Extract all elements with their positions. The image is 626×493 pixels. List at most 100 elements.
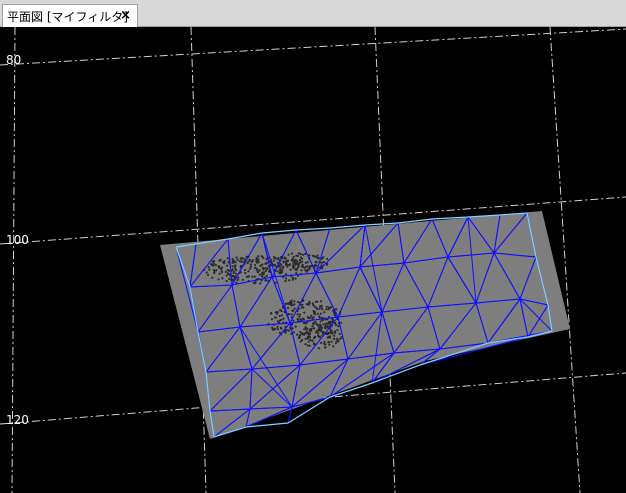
point bbox=[258, 273, 261, 276]
point bbox=[296, 313, 299, 316]
point bbox=[318, 335, 321, 338]
point bbox=[320, 341, 323, 345]
y-axis-label-120: 120 bbox=[6, 413, 29, 427]
point bbox=[225, 274, 228, 277]
point bbox=[312, 323, 315, 326]
point bbox=[326, 322, 329, 325]
point bbox=[208, 268, 211, 271]
point bbox=[234, 261, 237, 264]
point bbox=[321, 308, 324, 311]
point bbox=[309, 338, 312, 341]
point bbox=[287, 313, 290, 316]
point bbox=[311, 316, 314, 319]
point bbox=[236, 258, 239, 261]
point bbox=[282, 261, 285, 264]
point bbox=[325, 305, 328, 308]
point bbox=[251, 275, 254, 278]
point bbox=[285, 277, 288, 280]
point bbox=[318, 305, 322, 308]
point bbox=[316, 254, 319, 257]
point bbox=[290, 301, 293, 304]
point bbox=[254, 263, 257, 267]
point bbox=[273, 257, 276, 260]
point bbox=[213, 270, 216, 274]
point bbox=[220, 267, 223, 271]
point bbox=[298, 336, 301, 340]
point bbox=[237, 276, 240, 279]
point bbox=[264, 279, 267, 282]
point bbox=[239, 257, 243, 260]
point bbox=[328, 307, 332, 310]
point bbox=[235, 256, 238, 259]
point bbox=[311, 339, 314, 342]
point bbox=[220, 270, 223, 273]
point bbox=[244, 272, 247, 275]
point bbox=[309, 332, 312, 335]
point bbox=[231, 261, 234, 264]
close-icon[interactable]: × bbox=[120, 7, 131, 24]
point bbox=[247, 270, 250, 273]
grid-line-horizontal bbox=[0, 28, 626, 66]
point bbox=[257, 261, 260, 264]
tab-plan-view[interactable]: 平面図 [マイフィルタ] × bbox=[2, 4, 138, 27]
point bbox=[322, 260, 326, 264]
point bbox=[314, 306, 317, 309]
plan-view-canvas[interactable]: 80 100 120 bbox=[0, 27, 626, 493]
point bbox=[248, 259, 251, 262]
point bbox=[318, 315, 321, 318]
point bbox=[280, 318, 283, 321]
point bbox=[211, 276, 214, 279]
point bbox=[215, 269, 218, 272]
y-axis-label-80: 80 bbox=[6, 53, 22, 67]
point bbox=[284, 257, 287, 260]
point bbox=[241, 278, 244, 281]
point bbox=[232, 270, 235, 273]
point bbox=[317, 256, 320, 259]
point bbox=[224, 270, 227, 273]
point bbox=[259, 282, 262, 285]
point bbox=[303, 311, 306, 314]
point bbox=[303, 328, 306, 331]
point bbox=[227, 261, 230, 264]
point bbox=[301, 338, 304, 342]
point bbox=[294, 325, 297, 328]
point bbox=[319, 300, 323, 303]
point bbox=[292, 319, 295, 322]
point bbox=[274, 311, 277, 314]
point bbox=[292, 331, 295, 334]
point bbox=[205, 271, 208, 274]
point bbox=[286, 265, 289, 268]
point bbox=[328, 343, 331, 346]
point bbox=[304, 269, 307, 272]
point bbox=[292, 266, 295, 269]
point bbox=[308, 316, 311, 319]
point bbox=[301, 317, 305, 320]
point bbox=[322, 323, 325, 326]
point bbox=[253, 275, 256, 278]
point bbox=[280, 264, 283, 267]
point bbox=[287, 302, 290, 305]
point bbox=[293, 307, 296, 310]
point bbox=[327, 341, 330, 344]
point bbox=[333, 334, 336, 337]
point bbox=[231, 265, 234, 268]
point bbox=[337, 325, 340, 328]
plan-view-svg bbox=[0, 27, 626, 493]
point bbox=[261, 271, 264, 274]
point bbox=[307, 303, 310, 306]
point bbox=[314, 255, 317, 258]
point bbox=[317, 332, 320, 335]
point bbox=[334, 342, 337, 345]
point bbox=[290, 313, 293, 316]
point bbox=[313, 336, 316, 339]
point bbox=[232, 278, 235, 281]
point bbox=[314, 313, 317, 316]
point bbox=[331, 332, 334, 335]
point bbox=[282, 317, 285, 320]
point bbox=[299, 318, 302, 321]
point bbox=[244, 268, 247, 272]
tab-bar: 平面図 [マイフィルタ] × bbox=[0, 0, 626, 27]
terrain-surface bbox=[160, 211, 570, 439]
point bbox=[300, 256, 303, 259]
point bbox=[319, 312, 322, 315]
